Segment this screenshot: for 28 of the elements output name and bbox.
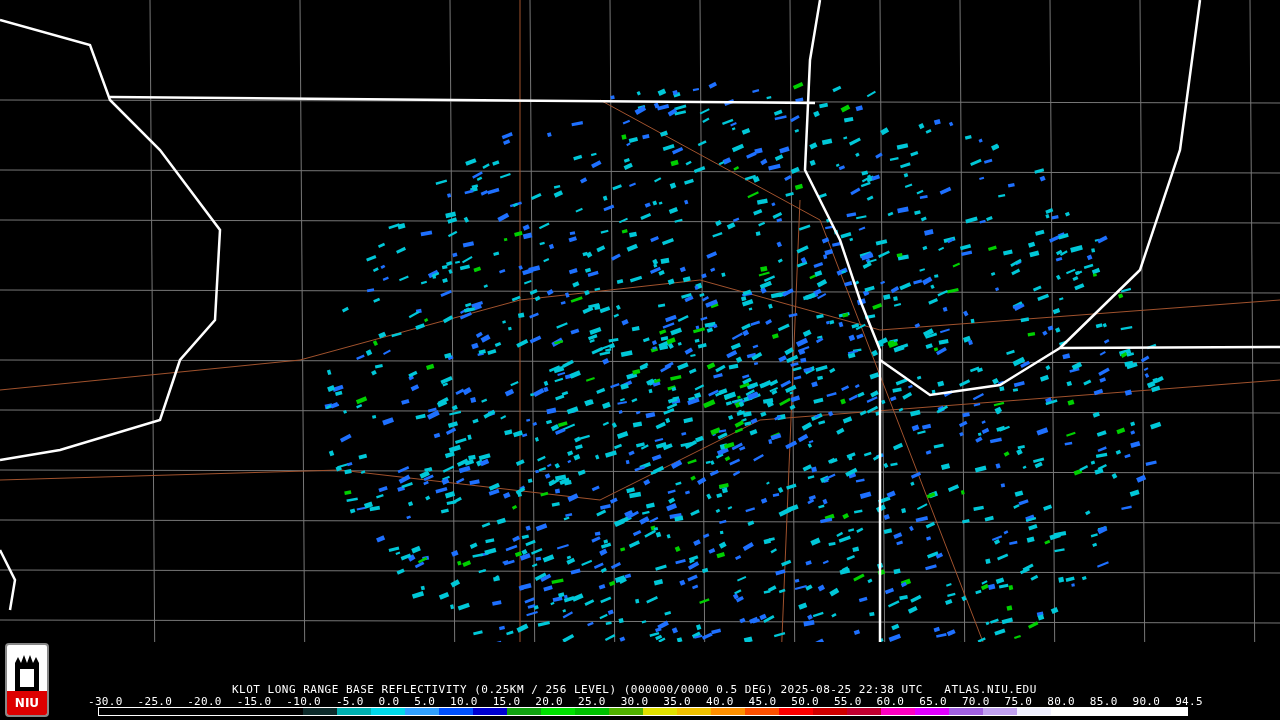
scale-label: -20.0 <box>187 696 222 707</box>
scale-label: 55.0 <box>833 696 862 707</box>
scale-label: 35.0 <box>663 696 691 707</box>
scale-label: 0.0 <box>378 696 400 707</box>
scale-label: 30.0 <box>620 696 649 707</box>
scale-label: 60.0 <box>876 696 905 707</box>
scale-label: 85.0 <box>1089 696 1118 707</box>
scale-label: -5.0 <box>335 696 364 707</box>
scale-label: 10.0 <box>450 696 478 707</box>
scale-label: -10.0 <box>286 696 321 707</box>
scale-label: 15.0 <box>492 696 521 707</box>
scale-label: 94.5 <box>1175 696 1203 707</box>
scale-label: 20.0 <box>535 696 564 707</box>
scale-label: 25.0 <box>578 696 606 707</box>
scale-label: 90.0 <box>1132 696 1161 707</box>
logo-text: NIU <box>7 691 47 715</box>
scale-label: 70.0 <box>961 696 990 707</box>
scale-label: 75.0 <box>1004 696 1033 707</box>
scale-label: -15.0 <box>236 696 272 707</box>
product-caption: KLOT LONG RANGE BASE REFLECTIVITY (0.25KM / 256 LEVEL) (000000/0000 0.5 DEG) 2025-08-25 22:38 UTC ATLAS.NIU.EDU <box>231 684 1038 696</box>
scale-label: 50.0 <box>791 696 819 707</box>
scale-label: -25.0 <box>137 696 173 707</box>
scale-label: 40.0 <box>705 696 734 707</box>
scale-label: -30.0 <box>88 696 123 707</box>
scale-label: 80.0 <box>1047 696 1075 707</box>
scale-label: 65.0 <box>919 696 947 707</box>
scale-label: 45.0 <box>748 696 777 707</box>
scale-label: 5.0 <box>414 696 436 707</box>
